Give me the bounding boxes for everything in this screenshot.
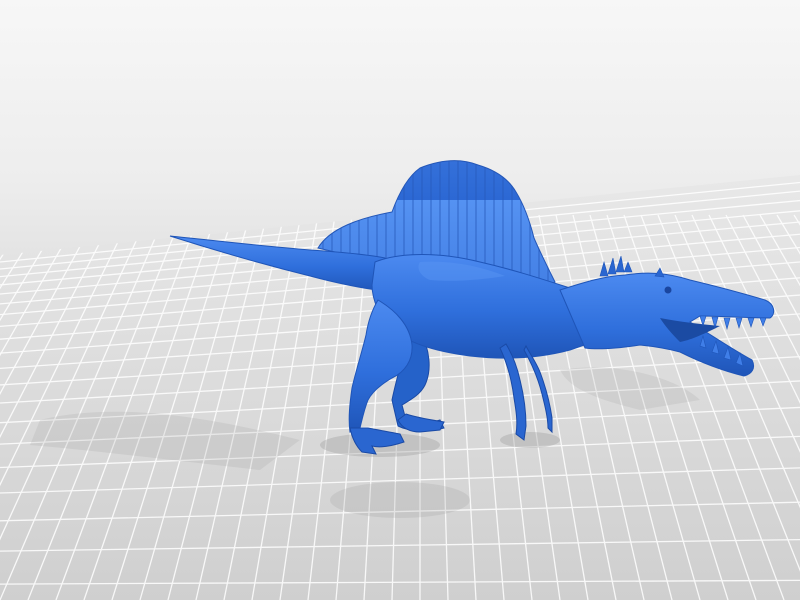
render-svg[interactable] bbox=[0, 0, 800, 600]
viewport-canvas[interactable] bbox=[0, 0, 800, 600]
eye bbox=[664, 286, 672, 294]
